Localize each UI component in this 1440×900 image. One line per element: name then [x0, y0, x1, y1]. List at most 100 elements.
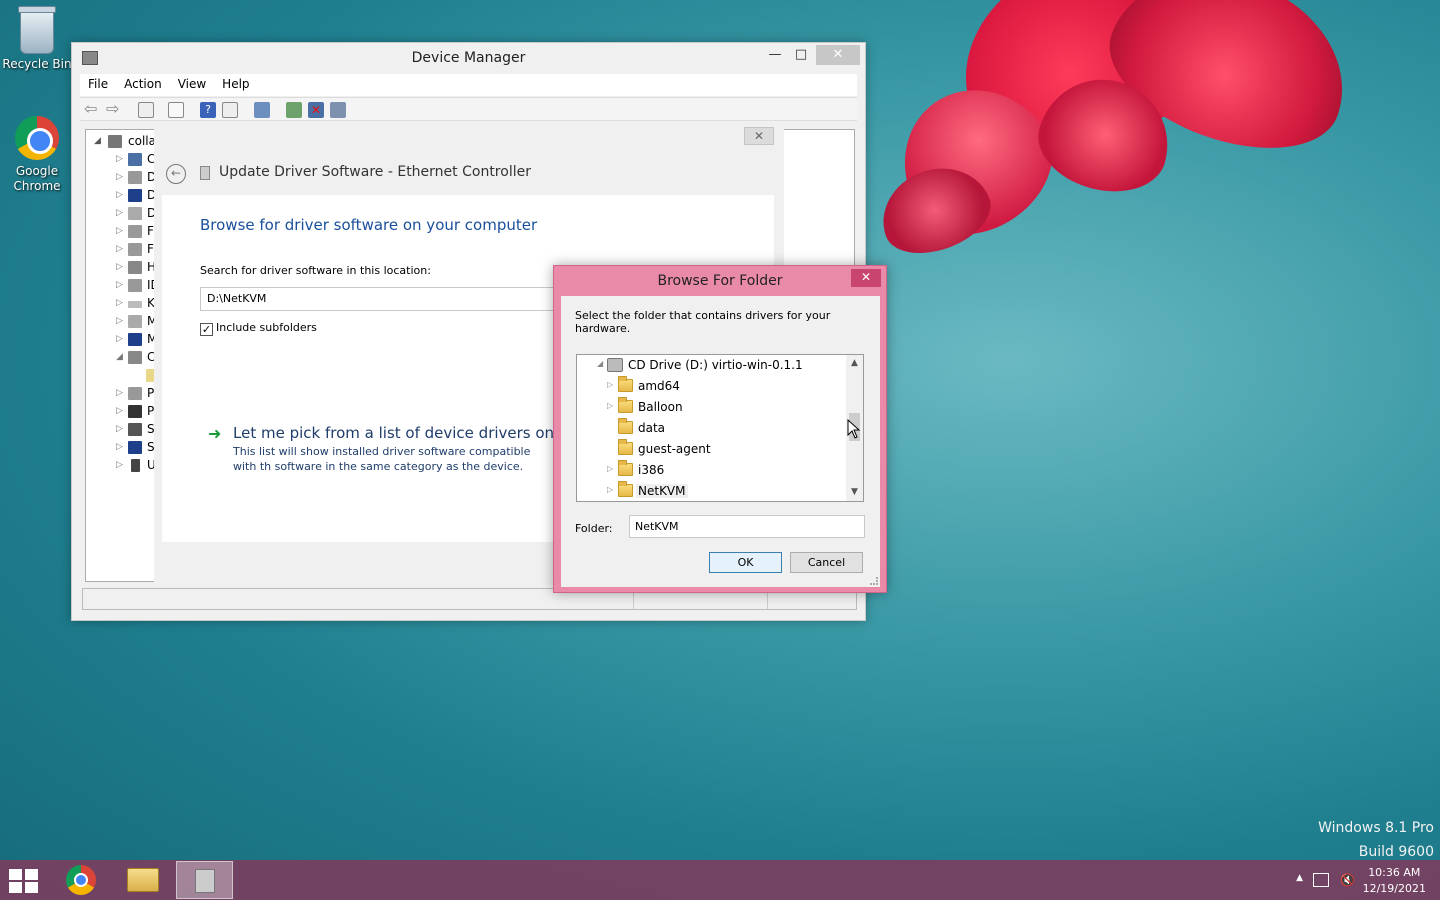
close-button[interactable]: ✕ — [816, 45, 860, 65]
device-category-icon — [128, 387, 142, 400]
show-hide-console-tree-icon[interactable] — [138, 102, 154, 118]
pick-from-list-description: This list will show installed driver sof… — [233, 445, 531, 473]
enable-device-icon[interactable] — [330, 102, 346, 118]
resize-grip-icon[interactable] — [870, 577, 878, 585]
wizard-title: Update Driver Software - Ethernet Contro… — [219, 164, 531, 180]
tree-item-folder[interactable]: data — [577, 418, 847, 439]
folder-icon — [618, 376, 633, 392]
clock-date: 12/19/2021 — [1362, 882, 1426, 895]
folder-tree[interactable]: ◢ CD Drive (D:) virtio-win-0.1.1 ▷ amd64… — [576, 354, 864, 502]
folder-icon — [618, 439, 633, 455]
computer-icon — [108, 135, 122, 148]
tree-item-folder[interactable]: guest-agent — [577, 439, 847, 460]
ok-button[interactable]: OK — [709, 552, 782, 573]
forward-arrow-icon[interactable]: ⇨ — [106, 101, 122, 118]
device-category-icon — [128, 351, 142, 364]
tree-item-folder[interactable]: ▷ Balloon — [577, 397, 847, 418]
mouse-cursor-icon — [847, 419, 861, 439]
tree-item-folder-selected[interactable]: ▷ NetKVM — [577, 481, 847, 501]
device-manager-icon — [195, 869, 215, 893]
action-pane-icon[interactable] — [222, 102, 238, 118]
wizard-close-button[interactable]: ✕ — [744, 127, 774, 145]
network-disconnected-icon[interactable] — [1313, 873, 1329, 887]
folder-icon — [618, 397, 633, 413]
device-category-icon — [131, 459, 140, 472]
menu-file[interactable]: File — [80, 74, 116, 96]
include-subfolders-label: Include subfolders — [216, 321, 317, 334]
folder-input[interactable]: NetKVM — [629, 515, 865, 538]
checkbox-checked-icon: ✓ — [200, 323, 213, 336]
dialog-client-area: Select the folder that contains drivers … — [561, 296, 880, 587]
search-location-label: Search for driver software in this locat… — [200, 264, 431, 277]
cd-drive-icon — [607, 358, 623, 372]
title-bar[interactable]: Device Manager — □ ✕ — [72, 43, 865, 73]
pick-from-list-link[interactable]: Let me pick from a list of device driver… — [233, 424, 563, 442]
taskbar-chrome-icon[interactable] — [66, 865, 96, 895]
show-hidden-icons-icon[interactable]: ▲ — [1296, 873, 1303, 883]
taskbar-device-manager-button[interactable] — [176, 861, 233, 899]
folder-icon — [618, 418, 633, 434]
system-tray: ▲ 🔇 10:36 AM 12/19/2021 — [1240, 860, 1440, 900]
scroll-up-icon[interactable]: ▲ — [846, 355, 863, 372]
help-icon[interactable]: ? — [200, 102, 216, 118]
device-category-icon — [128, 315, 142, 328]
device-category-icon — [128, 243, 142, 256]
search-location-input[interactable]: D:\NetKVM — [200, 287, 570, 311]
dialog-description: Select the folder that contains drivers … — [575, 309, 831, 335]
device-category-icon — [128, 207, 142, 220]
volume-muted-icon[interactable]: 🔇 — [1340, 873, 1355, 887]
toolbar: ⇦ ⇨ ? ✕ — [80, 97, 857, 121]
device-category-icon — [128, 171, 142, 184]
device-category-icon — [128, 333, 142, 346]
back-arrow-icon[interactable]: ← — [166, 164, 186, 184]
device-category-icon — [128, 261, 142, 274]
device-category-icon — [128, 405, 142, 418]
folder-icon — [618, 460, 633, 476]
device-category-icon — [128, 423, 142, 436]
tree-item-folder[interactable]: ▷ amd64 — [577, 376, 847, 397]
menu-bar: File Action View Help — [80, 74, 857, 96]
scan-hardware-icon[interactable] — [254, 102, 270, 118]
recycle-bin-icon — [18, 6, 56, 54]
uninstall-icon[interactable]: ✕ — [308, 102, 324, 118]
device-category-icon — [128, 301, 142, 308]
taskbar: ▲ 🔇 10:36 AM 12/19/2021 — [0, 860, 1440, 900]
wallpaper-flower — [869, 0, 1440, 300]
folder-icon — [618, 481, 633, 497]
clock-time: 10:36 AM — [1368, 866, 1421, 879]
desktop-icon-google-chrome[interactable]: Google Chrome — [0, 116, 74, 194]
desktop-icon-recycle-bin[interactable]: Recycle Bin — [0, 4, 74, 71]
green-arrow-icon: ➜ — [208, 424, 222, 443]
taskbar-file-explorer-icon[interactable] — [127, 868, 159, 892]
device-category-icon — [128, 279, 142, 292]
start-button[interactable] — [9, 869, 39, 893]
wizard-heading: Browse for driver software on your compu… — [200, 216, 538, 234]
ethernet-device-icon — [200, 166, 210, 180]
device-category-icon — [128, 153, 142, 166]
device-category-icon — [128, 189, 142, 202]
include-subfolders-checkbox[interactable]: ✓ Include subfolders — [200, 321, 317, 336]
minimize-button[interactable]: — — [762, 45, 788, 65]
windows-watermark: Windows 8.1 Pro Build 9600 — [1318, 816, 1434, 864]
device-category-icon — [128, 441, 142, 454]
properties-icon[interactable] — [168, 102, 184, 118]
update-driver-icon[interactable] — [286, 102, 302, 118]
dialog-title: Browse For Folder — [657, 273, 783, 289]
dialog-close-button[interactable]: ✕ — [851, 269, 881, 287]
back-arrow-icon[interactable]: ⇦ — [84, 101, 100, 118]
window-title: Device Manager — [411, 50, 526, 66]
browse-for-folder-dialog: Browse For Folder ✕ Select the folder th… — [553, 265, 887, 593]
menu-view[interactable]: View — [170, 74, 214, 96]
desktop-icon-label: Recycle Bin — [2, 57, 72, 71]
maximize-button[interactable]: □ — [788, 45, 814, 65]
tree-item-cd-drive[interactable]: ◢ CD Drive (D:) virtio-win-0.1.1 — [577, 355, 847, 376]
menu-help[interactable]: Help — [214, 74, 257, 96]
device-tree: ◢ colla ▷C ▷D ▷D ▷D ▷F ▷F ▷H ▷ID ▷K ▷M ▷… — [85, 129, 157, 582]
clock[interactable]: 10:36 AM 12/19/2021 — [1363, 865, 1426, 897]
tree-item-folder[interactable]: ▷ i386 — [577, 460, 847, 481]
scroll-down-icon[interactable]: ▼ — [846, 484, 863, 501]
cancel-button[interactable]: Cancel — [790, 552, 863, 573]
menu-action[interactable]: Action — [116, 74, 170, 96]
device-category-icon — [128, 225, 142, 238]
watermark-edition: Windows 8.1 Pro — [1318, 820, 1434, 836]
